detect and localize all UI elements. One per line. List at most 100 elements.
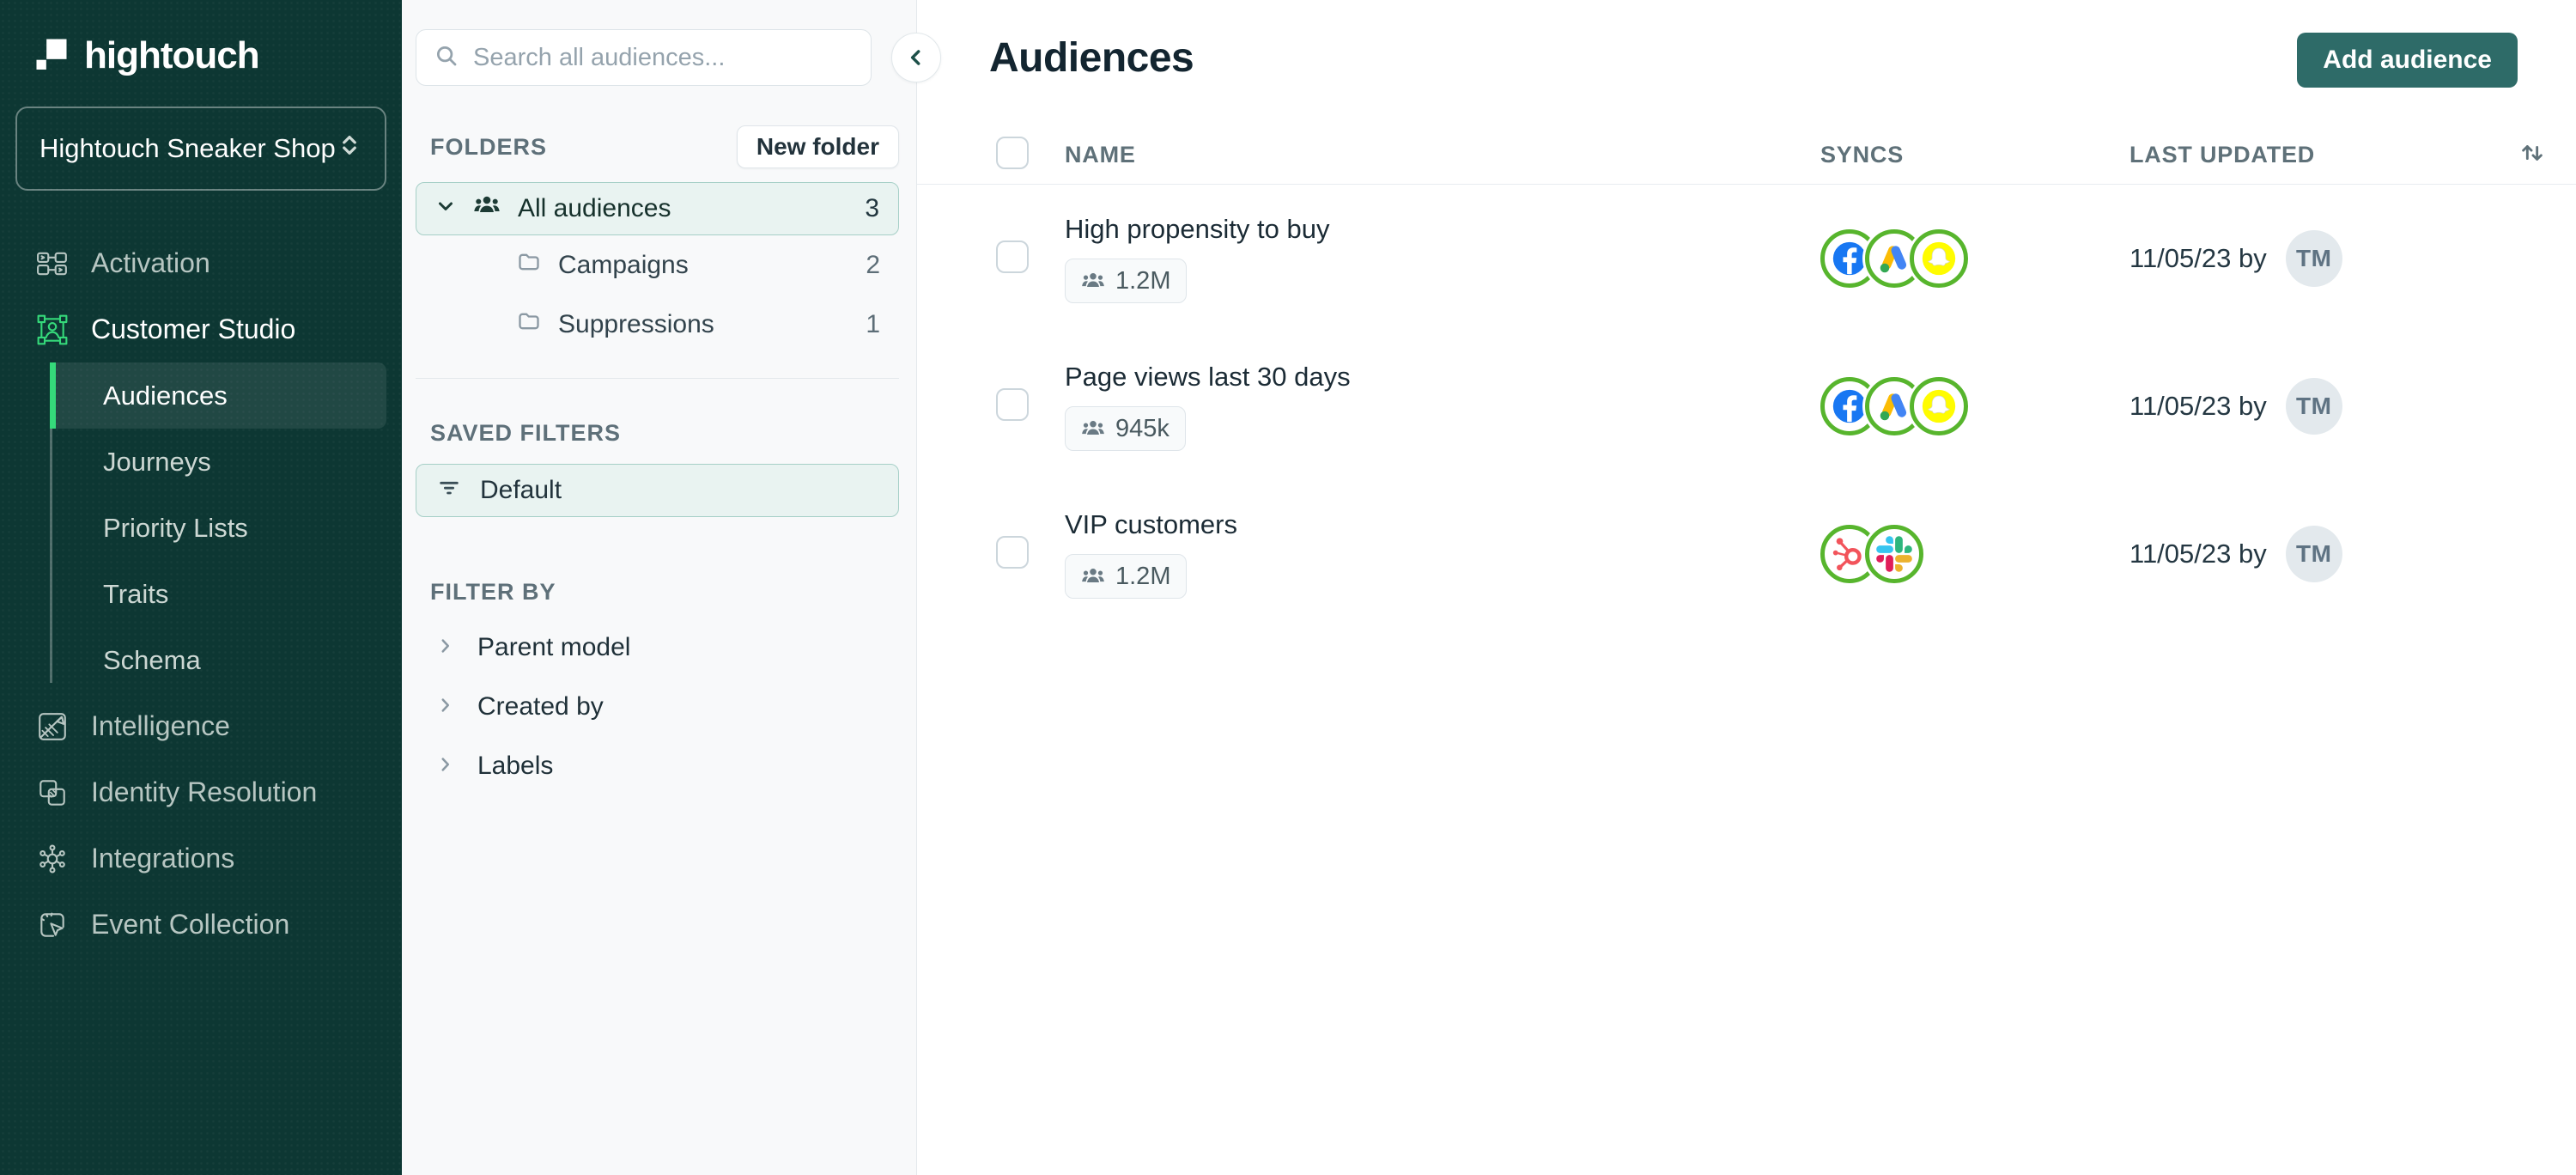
row-checkbox[interactable] [996, 387, 1029, 421]
event-collection-icon [36, 909, 69, 941]
last-updated-text: 11/05/23 by [2129, 243, 2267, 273]
hightouch-logo-icon [34, 37, 69, 76]
sidebar-item-traits[interactable]: Traits [50, 561, 386, 627]
select-chevrons-icon [337, 132, 362, 165]
saved-filter-name: Default [480, 476, 562, 504]
audience-name[interactable]: Page views last 30 days [1065, 362, 1820, 393]
sidebar-item-label: Priority Lists [103, 512, 248, 543]
sidebar: hightouch Hightouch Sneaker Shop Activat… [0, 0, 402, 1175]
sidebar-nav: Activation Customer Studio Audiences Jou… [0, 230, 402, 958]
sidebar-item-activation[interactable]: Activation [0, 230, 402, 296]
audience-people-icon [473, 192, 501, 226]
sidebar-item-label: Schema [103, 644, 201, 675]
folder-name: Suppressions [558, 309, 714, 338]
integrations-icon [36, 843, 69, 875]
new-folder-button[interactable]: New folder [736, 125, 899, 168]
folder-icon [517, 309, 541, 340]
folder-list: All audiences 3 Campaigns 2 Suppressions… [416, 182, 899, 354]
filter-row-labels[interactable]: Labels [402, 736, 916, 795]
customer-studio-subnav: Audiences Journeys Priority Lists Traits… [50, 362, 386, 693]
sidebar-item-journeys[interactable]: Journeys [50, 429, 386, 495]
chevron-right-icon [436, 633, 455, 662]
sidebar-item-integrations[interactable]: Integrations [0, 825, 402, 892]
people-icon [1082, 272, 1104, 287]
audience-name[interactable]: High propensity to buy [1065, 214, 1820, 245]
syncs-cell [1820, 377, 2129, 435]
syncs-cell [1820, 525, 2129, 583]
workspace-name: Hightouch Sneaker Shop [39, 133, 336, 163]
sort-icon[interactable] [2518, 138, 2559, 172]
folder-count: 3 [865, 194, 879, 222]
activation-icon [36, 247, 69, 280]
folder-row-all-audiences[interactable]: All audiences 3 [416, 182, 899, 235]
table-row[interactable]: High propensity to buy 1.2M 11/05/23 by … [917, 185, 2576, 332]
sidebar-item-label: Identity Resolution [91, 776, 318, 807]
audiences-side-panel: FOLDERS New folder All audiences [402, 0, 941, 1175]
filter-row-label: Parent model [477, 632, 631, 661]
people-icon [1082, 568, 1104, 582]
sidebar-item-customer-studio[interactable]: Customer Studio [0, 296, 402, 362]
sidebar-item-event-collection[interactable]: Event Collection [0, 892, 402, 958]
identity-resolution-icon [36, 776, 69, 809]
filter-row-label: Created by [477, 691, 604, 721]
chevron-right-icon [436, 752, 455, 781]
avatar[interactable]: TM [2285, 230, 2342, 287]
search-icon [434, 43, 459, 73]
folders-header: FOLDERS New folder [402, 125, 899, 168]
people-icon [1082, 420, 1104, 435]
folder-row-suppressions[interactable]: Suppressions 1 [416, 295, 899, 354]
add-audience-button[interactable]: Add audience [2297, 33, 2518, 88]
logo-text: hightouch [84, 34, 260, 76]
filter-row-created-by[interactable]: Created by [402, 677, 916, 736]
logo: hightouch [0, 0, 402, 77]
chevron-down-icon[interactable] [435, 194, 456, 223]
avatar[interactable]: TM [2285, 526, 2342, 582]
syncs-cell [1820, 229, 2129, 288]
table-row[interactable]: Page views last 30 days 945k 11/05/23 by… [917, 332, 2576, 480]
sidebar-item-label: Activation [91, 247, 210, 278]
folder-count: 1 [866, 309, 880, 338]
sidebar-item-label: Integrations [91, 843, 235, 874]
sidebar-item-label: Audiences [103, 380, 228, 411]
sidebar-item-audiences[interactable]: Audiences [50, 362, 386, 429]
avatar[interactable]: TM [2285, 378, 2342, 435]
last-updated-text: 11/05/23 by [2129, 539, 2267, 569]
filter-row-label: Labels [477, 751, 554, 780]
snapchat-sync-icon[interactable] [1910, 229, 1968, 288]
saved-filters-label: SAVED FILTERS [430, 420, 622, 446]
sidebar-item-priority-lists[interactable]: Priority Lists [50, 495, 386, 561]
slack-sync-icon[interactable] [1865, 525, 1923, 583]
folder-icon [517, 250, 541, 281]
saved-filter-default[interactable]: Default [416, 464, 899, 517]
row-checkbox[interactable] [996, 240, 1029, 273]
sidebar-item-intelligence[interactable]: Intelligence [0, 693, 402, 759]
audience-size-badge: 1.2M [1065, 259, 1188, 303]
collapse-panel-button[interactable] [891, 33, 941, 82]
audience-size: 1.2M [1115, 266, 1171, 295]
sidebar-item-label: Customer Studio [91, 314, 296, 344]
workspace-selector[interactable]: Hightouch Sneaker Shop [15, 107, 386, 191]
row-checkbox[interactable] [996, 535, 1029, 569]
search-box[interactable] [416, 29, 872, 86]
folders-label: FOLDERS [430, 133, 548, 160]
folder-row-campaigns[interactable]: Campaigns 2 [416, 235, 899, 295]
audience-size-badge: 945k [1065, 406, 1186, 451]
sidebar-item-schema[interactable]: Schema [50, 627, 386, 693]
sidebar-item-label: Traits [103, 578, 169, 609]
folder-name: Campaigns [558, 250, 689, 279]
audience-name[interactable]: VIP customers [1065, 509, 1820, 540]
filter-row-parent-model[interactable]: Parent model [402, 618, 916, 677]
snapchat-sync-icon[interactable] [1910, 377, 1968, 435]
folder-name: All audiences [518, 194, 671, 222]
column-header-last-updated[interactable]: LAST UPDATED [2129, 142, 2476, 168]
panel-divider [416, 378, 899, 379]
column-header-name[interactable]: NAME [1065, 142, 1820, 168]
column-header-syncs[interactable]: SYNCS [1820, 142, 2129, 168]
audience-size: 1.2M [1115, 562, 1171, 590]
sidebar-item-label: Intelligence [91, 710, 230, 741]
search-input[interactable] [473, 43, 854, 72]
table-row[interactable]: VIP customers 1.2M 11/05/23 by TM [917, 480, 2576, 628]
select-all-checkbox[interactable] [996, 137, 1029, 169]
sidebar-item-identity-resolution[interactable]: Identity Resolution [0, 759, 402, 825]
app-window: hightouch Hightouch Sneaker Shop Activat… [0, 0, 2576, 1175]
